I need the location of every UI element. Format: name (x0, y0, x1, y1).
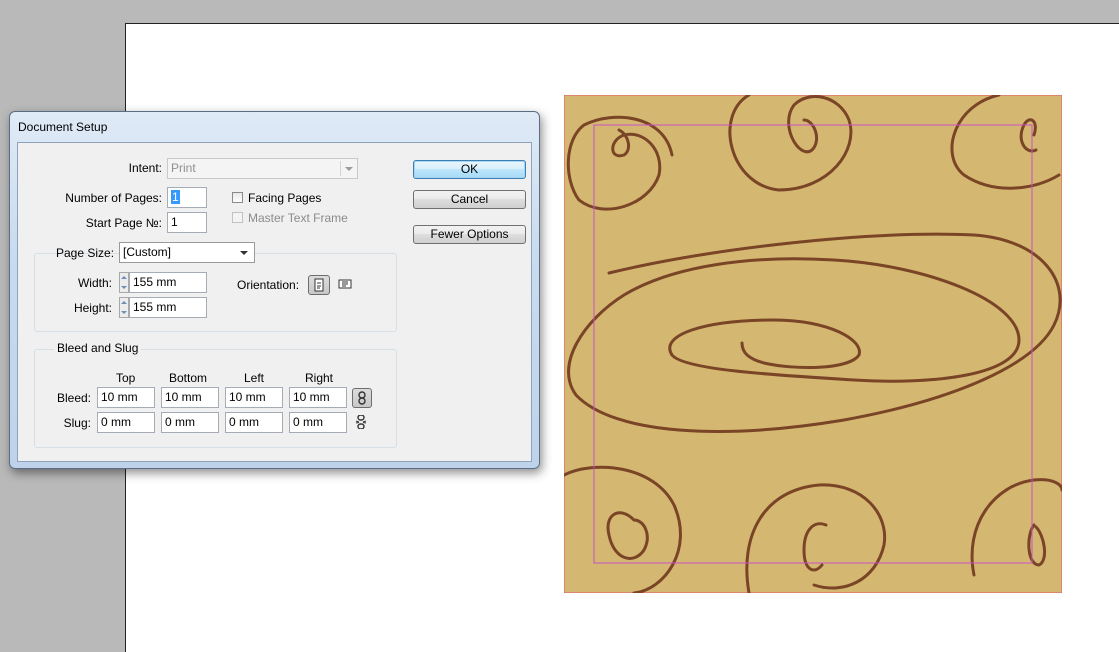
spinner-up-icon[interactable] (121, 276, 127, 279)
bleed-right-input[interactable]: 10 mm (289, 387, 347, 408)
artwork-background (564, 95, 1062, 593)
portrait-orientation-icon (314, 278, 324, 292)
width-label: Width: (77, 276, 112, 290)
bleed-bottom-input[interactable]: 10 mm (161, 387, 219, 408)
height-input[interactable]: 155 mm (129, 297, 207, 318)
slug-left-input[interactable]: 0 mm (225, 412, 283, 433)
chevron-down-icon (240, 251, 248, 255)
bleed-top-input[interactable]: 10 mm (97, 387, 155, 408)
slug-left-value: 0 mm (229, 415, 259, 429)
number-of-pages-input[interactable]: 1 (167, 187, 207, 208)
slug-label: Slug: (63, 416, 91, 430)
cancel-button[interactable]: Cancel (413, 190, 526, 209)
intent-label: Intent: (128, 161, 162, 175)
landscape-orientation-icon (338, 279, 352, 289)
bleed-left-value: 10 mm (229, 390, 266, 404)
bleed-right-value: 10 mm (293, 390, 330, 404)
facing-pages-checkbox[interactable] (232, 192, 243, 203)
width-input[interactable]: 155 mm (129, 272, 207, 293)
page-size-label: Page Size: (56, 246, 115, 260)
facing-pages-label[interactable]: Facing Pages (248, 191, 321, 205)
height-label: Height: (73, 301, 112, 315)
fewer-options-button[interactable]: Fewer Options (413, 225, 526, 244)
portrait-orientation-button[interactable] (308, 275, 330, 295)
spinner-down-icon[interactable] (121, 311, 127, 314)
number-of-pages-label: Number of Pages: (65, 191, 162, 205)
column-header-right: Right (305, 371, 334, 385)
dialog-titlebar[interactable]: Document Setup (10, 112, 539, 142)
slug-bottom-input[interactable]: 0 mm (161, 412, 219, 433)
number-of-pages-value: 1 (171, 190, 180, 204)
bleed-bottom-value: 10 mm (165, 390, 202, 404)
landscape-orientation-button[interactable] (335, 275, 357, 295)
chain-broken-icon (355, 415, 367, 429)
bleed-top-value: 10 mm (101, 390, 138, 404)
dialog-client-area: Intent: Print Number of Pages: 1 Start P… (17, 142, 532, 462)
slug-top-value: 0 mm (101, 415, 131, 429)
bleed-left-input[interactable]: 10 mm (225, 387, 283, 408)
width-value: 155 mm (133, 275, 177, 289)
slug-bottom-value: 0 mm (165, 415, 195, 429)
height-spinner[interactable] (119, 297, 129, 318)
bleed-label: Bleed: (56, 391, 91, 405)
slug-top-input[interactable]: 0 mm (97, 412, 155, 433)
start-page-label: Start Page №: (85, 216, 162, 230)
chain-link-icon (358, 391, 366, 405)
page-size-value: [Custom] (123, 245, 172, 259)
intent-value: Print (171, 161, 196, 175)
master-text-frame-checkbox[interactable] (232, 212, 243, 223)
page-size-dropdown[interactable]: [Custom] (119, 242, 255, 263)
bleed-and-slug-title: Bleed and Slug (54, 341, 142, 355)
spinner-up-icon[interactable] (121, 301, 127, 304)
chevron-down-icon (345, 167, 353, 171)
column-header-left: Left (244, 371, 265, 385)
slug-right-value: 0 mm (293, 415, 323, 429)
column-header-bottom: Bottom (169, 371, 208, 385)
slug-link-button[interactable] (352, 413, 372, 433)
column-header-top: Top (116, 371, 136, 385)
bleed-link-button[interactable] (352, 388, 372, 408)
start-page-value: 1 (171, 215, 178, 229)
slug-right-input[interactable]: 0 mm (289, 412, 347, 433)
ok-button[interactable]: OK (413, 160, 526, 179)
document-setup-dialog: Document Setup Intent: Print Number of P… (9, 111, 540, 469)
dropdown-separator (340, 161, 341, 176)
dialog-title: Document Setup (18, 120, 108, 134)
start-page-input[interactable]: 1 (167, 212, 207, 233)
orientation-label: Orientation: (237, 278, 300, 292)
width-spinner[interactable] (119, 272, 129, 293)
document-artwork (564, 95, 1062, 593)
intent-dropdown[interactable]: Print (167, 158, 358, 179)
height-value: 155 mm (133, 300, 177, 314)
master-text-frame-label: Master Text Frame (248, 211, 348, 225)
spinner-down-icon[interactable] (121, 286, 127, 289)
